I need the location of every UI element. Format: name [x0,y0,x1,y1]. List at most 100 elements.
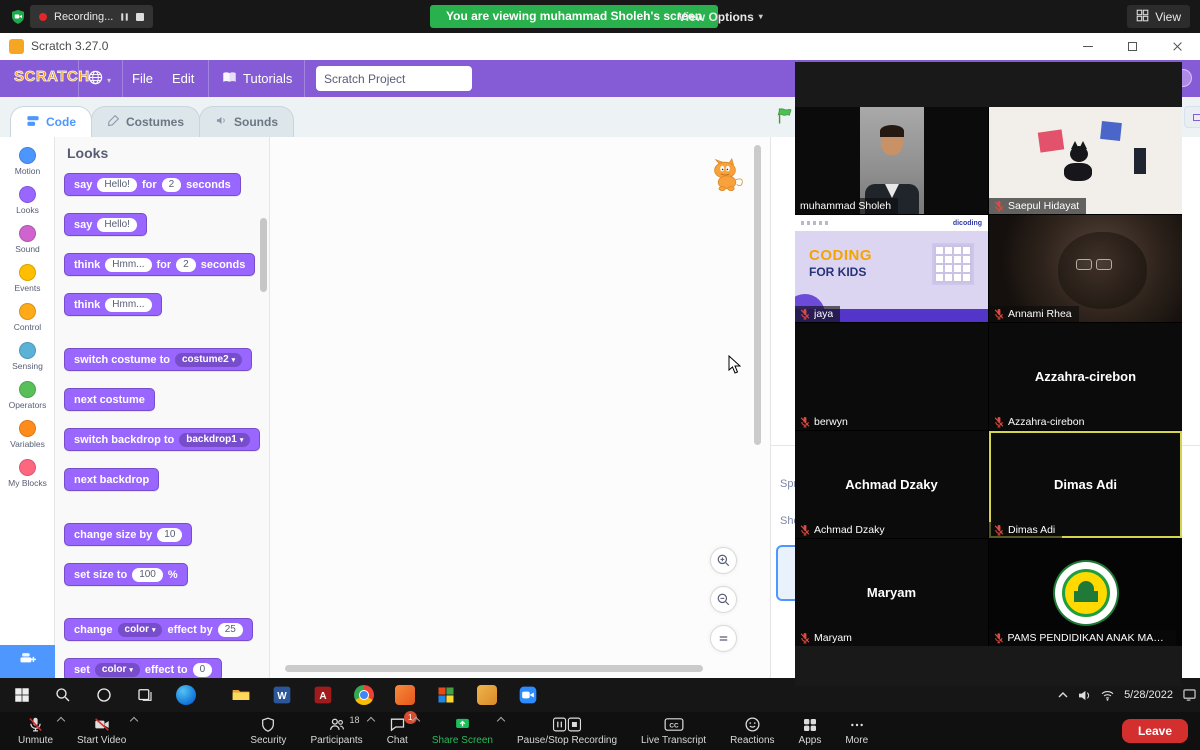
scratch-block[interactable]: say Hello! [64,213,147,236]
maximize-button[interactable] [1110,33,1155,60]
share-screen-button[interactable]: Share Screen [420,712,506,750]
security-button[interactable]: Security [238,712,298,750]
scratch-block[interactable]: next backdrop [64,468,160,491]
block-dropdown[interactable]: color ▾ [94,662,140,677]
block-input[interactable]: Hmm... [105,297,152,312]
tab-sounds[interactable]: Sounds [199,106,295,137]
block-input[interactable]: Hmm... [105,257,152,272]
block-dropdown[interactable]: color ▾ [117,622,163,637]
category-motion[interactable]: Motion [0,147,55,186]
scratch-block[interactable]: think Hmm... for 2 seconds [64,253,256,276]
more-button[interactable]: More [833,712,880,750]
taskbar-app-grid-icon[interactable] [434,683,458,707]
scratch-block[interactable]: change size by 10 [64,523,193,546]
scratch-block[interactable]: think Hmm... [64,293,162,316]
tray-network-icon[interactable] [1101,690,1114,701]
pause-stop-recording-button[interactable]: Pause/Stop Recording [505,712,629,750]
scratch-block[interactable]: switch costume to costume2 ▾ [64,348,253,371]
block-input[interactable]: 0 [192,662,213,677]
chevron-up-icon[interactable] [56,716,66,726]
action-center-icon[interactable] [1183,689,1196,701]
pause-recording-icon[interactable] [120,12,129,22]
add-extension-button[interactable] [0,645,55,678]
reactions-button[interactable]: Reactions [718,712,786,750]
participant-tile-berwyn[interactable]: berwyn [795,323,988,430]
zoom-out-button[interactable] [710,586,737,613]
chevron-up-icon[interactable] [130,716,139,726]
taskbar-app-amber-icon[interactable] [475,683,499,707]
participants-button[interactable]: 18 Participants [298,712,375,750]
project-name-input[interactable] [316,66,472,91]
participant-tile-maryam[interactable]: Maryam Maryam [795,539,988,646]
menu-edit[interactable]: Edit [172,60,194,97]
vertical-scrollbar[interactable] [754,145,761,445]
scratch-block[interactable]: next costume [64,388,155,411]
block-input[interactable]: 2 [176,257,196,272]
block-input[interactable]: 2 [161,177,182,192]
participant-tile-annami-rhea[interactable]: Annami Rhea [989,215,1182,322]
view-button[interactable]: View [1127,5,1190,28]
scratch-block[interactable]: say Hello! for 2 seconds [64,173,241,196]
participant-tile-saepul-hidayat[interactable]: Saepul Hidayat [989,107,1182,214]
participant-tile-muhammad-sholeh[interactable]: muhammad Sholeh [795,107,988,214]
scratch-block[interactable]: set size to 100% [64,563,188,586]
taskbar-chrome-icon[interactable] [352,683,376,707]
chevron-up-icon[interactable] [366,716,375,726]
taskbar-cortana-icon[interactable] [92,683,116,707]
taskbar-word-icon[interactable]: W [270,683,294,707]
block-input[interactable]: Hello! [97,217,137,232]
block-input[interactable]: Hello! [97,177,137,192]
leave-button[interactable]: Leave [1121,719,1188,743]
stage-size-button[interactable] [1184,106,1200,128]
stop-recording-icon[interactable] [136,12,145,21]
scratch-block[interactable]: switch backdrop to backdrop1 ▾ [64,428,261,451]
category-operators[interactable]: Operators [0,381,55,420]
tab-costumes[interactable]: Costumes [91,106,201,137]
scratch-block[interactable]: set color ▾ effect to 0 [64,658,223,678]
taskbar-app-orange-icon[interactable] [393,683,417,707]
block-input[interactable]: 100 [132,567,163,582]
participant-tile-achmad-dzaky[interactable]: Achmad Dzaky Achmad Dzaky [795,431,988,538]
block-dropdown[interactable]: backdrop1 ▾ [179,432,251,447]
scratch-block[interactable]: change color ▾ effect by 25 [64,618,253,641]
category-events[interactable]: Events [0,264,55,303]
block-dropdown[interactable]: costume2 ▾ [174,352,243,367]
participant-tile-azzahra-cirebon[interactable]: Azzahra-cirebon Azzahra-cirebon [989,323,1182,430]
menu-tutorials[interactable]: Tutorials [222,60,292,97]
taskbar-date[interactable]: 5/28/2022 [1124,689,1173,701]
category-variables[interactable]: Variables [0,420,55,459]
tray-speaker-icon[interactable] [1078,690,1091,701]
category-sound[interactable]: Sound [0,225,55,264]
taskbar-windows-start-icon[interactable] [10,683,34,707]
taskbar-app-blue-icon[interactable] [174,683,198,707]
participant-tile-pams-pendidikan-anak-masji[interactable]: PAMS PENDIDIKAN ANAK MASJI... [989,539,1182,646]
zoom-in-button[interactable] [710,547,737,574]
language-button[interactable]: ▾ [88,70,111,90]
participant-tile-jaya[interactable]: dicoding CODING FOR KIDS jaya [795,215,988,322]
unmute-button[interactable]: Unmute [6,712,66,750]
category-looks[interactable]: Looks [0,186,55,225]
chevron-up-icon[interactable] [411,716,421,726]
block-input[interactable]: 10 [157,527,183,542]
zoom-reset-button[interactable] [710,625,737,652]
palette-scrollbar[interactable] [260,218,267,292]
view-options-button[interactable]: View Options ▾ [678,5,763,28]
close-button[interactable] [1155,33,1200,60]
block-input[interactable]: 25 [217,622,243,637]
category-sensing[interactable]: Sensing [0,342,55,381]
live-transcript-button[interactable]: CC Live Transcript [629,712,718,750]
taskbar-search-icon[interactable] [51,683,75,707]
horizontal-scrollbar[interactable] [285,665,703,672]
menu-file[interactable]: File [132,60,153,97]
category-control[interactable]: Control [0,303,55,342]
taskbar-acrobat-icon[interactable]: A [311,683,335,707]
green-flag-button[interactable] [776,106,795,131]
taskbar-file-explorer-icon[interactable] [229,683,253,707]
taskbar-task-view-icon[interactable] [133,683,157,707]
chevron-up-icon[interactable] [496,716,506,726]
apps-button[interactable]: Apps [787,712,834,750]
scratch-cat-sprite[interactable] [707,155,747,198]
chat-button[interactable]: 1 Chat [375,711,421,750]
minimize-button[interactable] [1065,33,1110,60]
code-canvas[interactable] [270,137,770,678]
